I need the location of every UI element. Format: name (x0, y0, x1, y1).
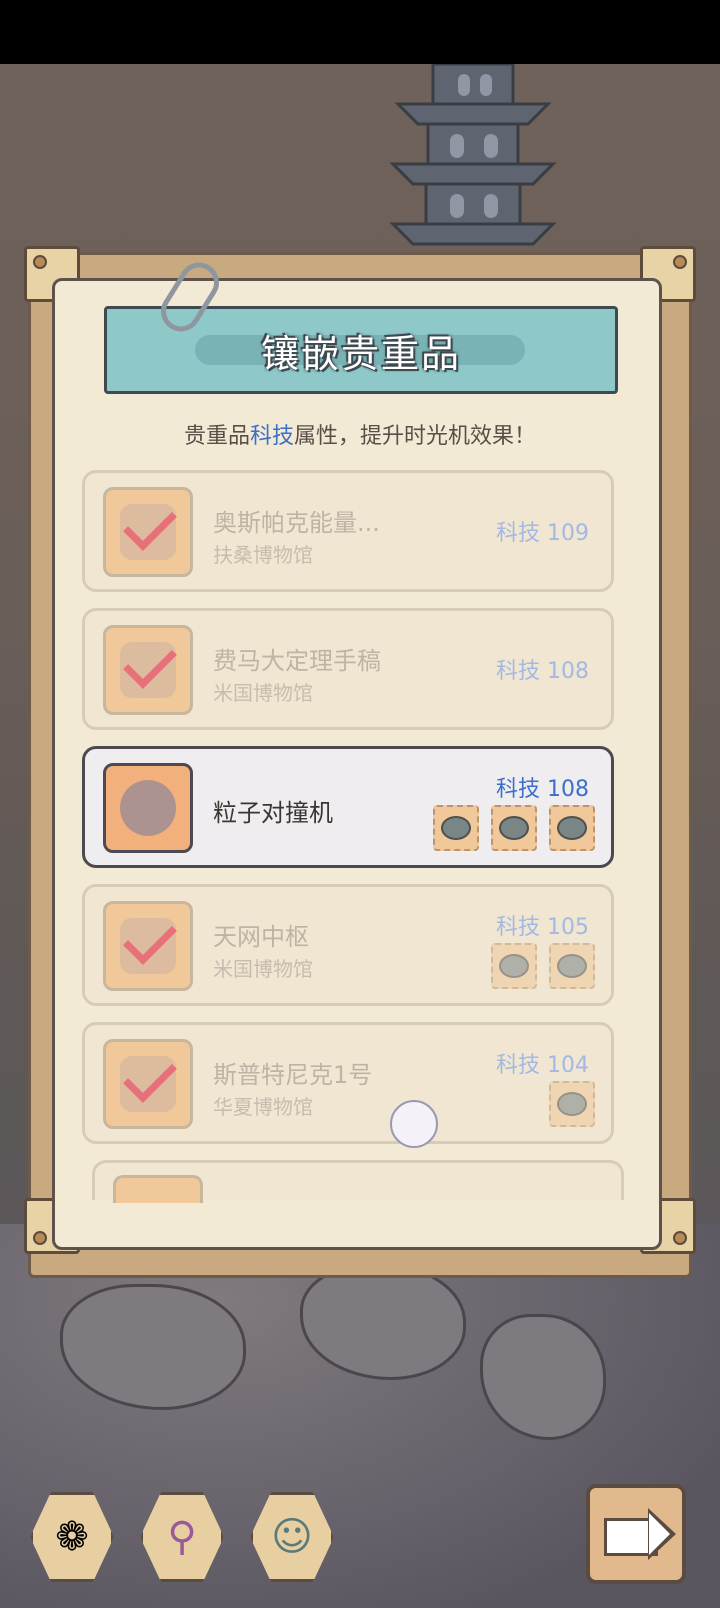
valuable-card[interactable]: 费马大定理手稿 米国博物馆 科技 108 (82, 608, 614, 730)
gem-icon (549, 805, 595, 851)
gem-icon (549, 943, 595, 989)
valuable-card[interactable]: 天网中枢 米国博物馆 科技 105 (82, 884, 614, 1006)
valuable-card[interactable]: 奥斯帕克能量... 扶桑博物馆 科技 109 (82, 470, 614, 592)
valuable-thumbnail (113, 1175, 203, 1203)
panel-subtitle: 贵重品科技属性，提升时光机效果！ (0, 418, 720, 450)
gem-icon (549, 1081, 595, 1127)
valuable-tech-stat: 科技 108 (496, 659, 589, 684)
valuable-tech-stat: 科技 109 (496, 521, 589, 546)
valuable-name: 费马大定理手稿 (213, 647, 381, 675)
gem-icon (491, 943, 537, 989)
valuable-name: 天网中枢 (213, 923, 309, 951)
subtitle-prefix: 贵重品 (183, 424, 250, 449)
valuable-tech-stat: 科技 104 (496, 1053, 589, 1078)
touch-indicator (390, 1100, 438, 1148)
valuable-name: 粒子对撞机 (213, 799, 333, 827)
gem-slots (433, 805, 595, 851)
subtitle-suffix: 属性，提升时光机效果！ (294, 424, 537, 449)
pagoda-tower-image (389, 64, 557, 246)
valuable-card[interactable]: 斯普特尼克1号 华夏博物馆 科技 104 (82, 1022, 614, 1144)
valuable-name: 斯普特尼克1号 (213, 1061, 373, 1089)
valuable-thumbnail (103, 1039, 193, 1129)
valuable-card-partial[interactable] (92, 1160, 624, 1203)
rose-emblem-icon: ❁ (55, 1514, 89, 1560)
scientist-check-icon: ☺ (271, 1514, 313, 1560)
valuable-tech-stat: 科技 108 (496, 777, 589, 802)
status-bar (0, 0, 720, 64)
valuable-thumbnail (103, 625, 193, 715)
next-button[interactable] (586, 1484, 686, 1584)
valuable-tech-stat: 科技 105 (496, 915, 589, 940)
gem-icon (491, 805, 537, 851)
valuable-museum: 米国博物馆 (213, 681, 313, 705)
valuable-museum: 扶桑博物馆 (213, 543, 313, 567)
gem-slots (491, 943, 595, 989)
valuable-thumbnail (103, 763, 193, 853)
valuable-name: 奥斯帕克能量... (213, 509, 380, 537)
valuable-museum: 米国博物馆 (213, 957, 313, 981)
subtitle-highlight: 科技 (249, 424, 294, 449)
valuable-thumbnail (103, 901, 193, 991)
gem-icon (433, 805, 479, 851)
valuable-museum: 华夏博物馆 (213, 1095, 313, 1119)
valuable-card-selected[interactable]: 粒子对撞机 科技 108 (82, 746, 614, 868)
magnet-tool-icon: ⚲ (167, 1514, 197, 1560)
gem-slots (549, 1081, 595, 1127)
valuable-thumbnail (103, 487, 193, 577)
